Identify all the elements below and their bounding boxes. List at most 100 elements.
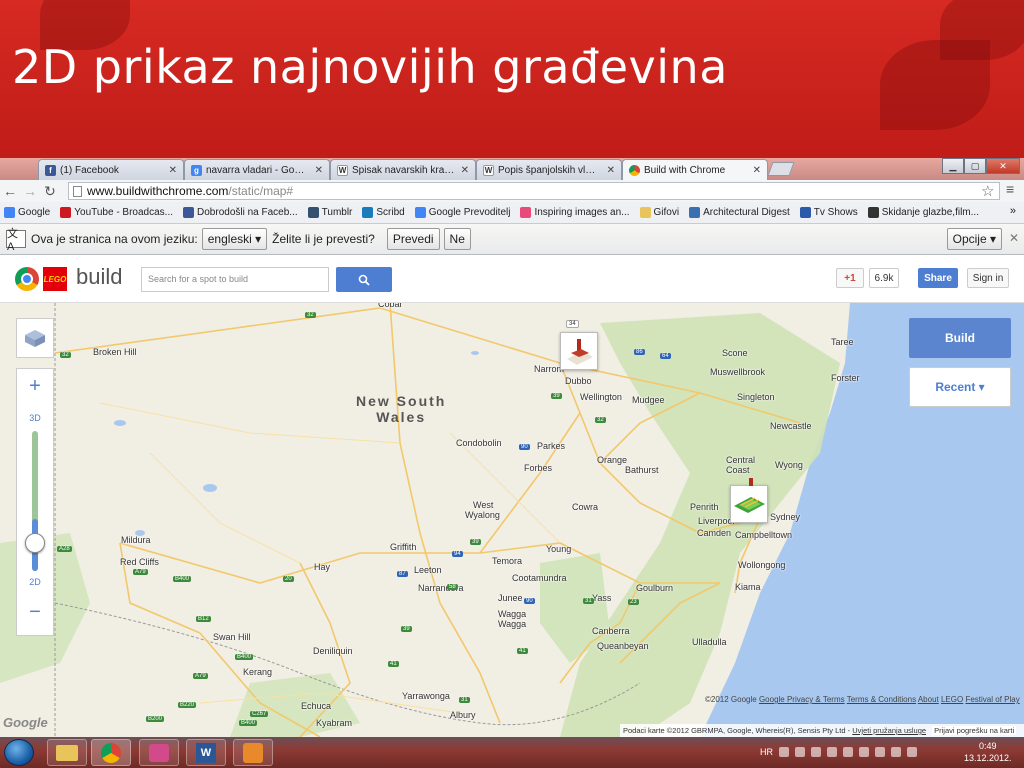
no-button[interactable]: Ne: [443, 228, 471, 250]
map-canvas[interactable]: New South Wales Cobar Broken Hill Narrom Du…: [0, 303, 1024, 737]
place-label: Junee: [498, 593, 523, 603]
language-select[interactable]: engleski ▾: [201, 228, 268, 250]
build-button[interactable]: Build: [909, 318, 1011, 358]
bookmark-item[interactable]: Skidanje glazbe,film...: [867, 207, 979, 218]
terms-link[interactable]: Terms & Conditions: [847, 695, 916, 704]
window-close-button[interactable]: ✕: [986, 158, 1020, 174]
forward-arrow-icon[interactable]: →: [20, 183, 40, 199]
share-button[interactable]: Share: [918, 268, 958, 288]
bookmark-item[interactable]: Scribd: [362, 207, 405, 218]
bookmark-star-icon[interactable]: ☆: [981, 182, 994, 200]
place-label: Condobolin: [456, 438, 502, 448]
flag-icon[interactable]: [891, 747, 901, 757]
bookmark-item[interactable]: Inspiring images an...: [520, 207, 630, 218]
place-label: Central: [726, 455, 756, 465]
lego-link[interactable]: LEGO: [941, 695, 963, 704]
close-icon[interactable]: ✕: [607, 165, 615, 176]
chrome-taskbar-icon[interactable]: [91, 739, 131, 766]
zoom-in-button[interactable]: +: [17, 375, 53, 398]
tray-icon[interactable]: [827, 747, 837, 757]
bookmark-item[interactable]: Google Prevoditelj: [414, 207, 510, 218]
recent-button[interactable]: Recent ▾: [909, 367, 1011, 407]
sign-in-button[interactable]: Sign in: [967, 268, 1009, 288]
app-header: LEGO build Search for a spot to build +1…: [0, 255, 1024, 303]
maximize-button[interactable]: ▢: [964, 158, 986, 174]
translate-infobar: 文A Ova je stranica na ovom jeziku: engle…: [0, 224, 1024, 255]
tray-icon[interactable]: [795, 747, 805, 757]
map-terms-link[interactable]: Uvjeti pružanja usluge: [852, 726, 926, 735]
system-clock[interactable]: 0:49 13.12.2012.: [964, 740, 1012, 764]
explorer-taskbar-icon[interactable]: [47, 739, 87, 766]
zoom-slider-handle[interactable]: [25, 533, 45, 553]
place-label: Taree: [831, 337, 854, 347]
festival-link[interactable]: Festival of Play: [965, 695, 1019, 704]
close-icon[interactable]: ✕: [315, 165, 323, 176]
road-shield: B12: [196, 616, 211, 622]
options-button[interactable]: Opcije ▾: [946, 228, 1002, 250]
road-shield: 39: [551, 393, 562, 399]
tray-icon[interactable]: [811, 747, 821, 757]
bookmarks-overflow-button[interactable]: »: [1010, 205, 1016, 217]
lego-brick-icon: [25, 330, 45, 347]
app-taskbar-icon[interactable]: [139, 739, 179, 766]
bookmark-item[interactable]: Tumblr: [307, 207, 352, 218]
place-label: Canberra: [592, 626, 630, 636]
bookmark-item[interactable]: Gifovi: [639, 207, 679, 218]
bookmark-item[interactable]: Tv Shows: [799, 207, 858, 218]
lake: [471, 351, 479, 355]
place-label: Cootamundra: [512, 573, 567, 583]
bluetooth-icon[interactable]: [843, 747, 853, 757]
start-button[interactable]: [4, 739, 34, 766]
menu-icon[interactable]: ≡: [1006, 181, 1014, 197]
road-shield: 31: [459, 697, 470, 703]
place-label: Wagga: [498, 609, 527, 619]
close-icon[interactable]: ✕: [753, 165, 761, 176]
close-icon[interactable]: ✕: [169, 165, 177, 176]
tv-icon: [799, 207, 811, 218]
tab-google-search[interactable]: g navarra vladari - Google p ✕: [184, 159, 330, 180]
place-label: Queanbeyan: [597, 641, 649, 651]
back-arrow-icon[interactable]: ←: [0, 183, 20, 199]
place-label: Wyong: [775, 460, 803, 470]
network-icon[interactable]: [875, 747, 885, 757]
close-icon[interactable]: ✕: [1009, 231, 1019, 245]
tray-icon[interactable]: [779, 747, 789, 757]
build-marker[interactable]: [560, 332, 598, 370]
place-label: Hay: [314, 562, 331, 572]
place-label: Forster: [831, 373, 860, 383]
zoom-out-button[interactable]: −: [17, 601, 53, 624]
google-watermark: Google: [3, 715, 48, 730]
tab-build-with-chrome[interactable]: Build with Chrome ✕: [622, 159, 768, 180]
about-link[interactable]: About: [918, 695, 939, 704]
language-indicator[interactable]: HR: [760, 747, 773, 757]
tray-icon[interactable]: [859, 747, 869, 757]
bookmark-item[interactable]: Architectural Digest: [689, 207, 790, 218]
translate-button[interactable]: Prevedi: [386, 228, 440, 250]
new-tab-button[interactable]: [767, 162, 795, 176]
build-marker[interactable]: [730, 485, 768, 523]
privacy-link[interactable]: Google Privacy & Terms: [759, 695, 845, 704]
copyright-text: ©2012 Google: [705, 695, 757, 704]
place-label: Bathurst: [625, 465, 659, 475]
address-bar[interactable]: www.buildwithchrome.com/static/map#: [68, 182, 1000, 200]
tab-wikipedia-2[interactable]: W Popis španjolskih vladara ✕: [476, 159, 622, 180]
media-player-taskbar-icon[interactable]: [233, 739, 273, 766]
bookmark-item[interactable]: Google: [4, 207, 50, 218]
reload-icon[interactable]: ↻: [40, 183, 60, 200]
search-button[interactable]: [336, 267, 392, 292]
close-icon[interactable]: ✕: [461, 165, 469, 176]
report-error-link[interactable]: Prijavi pogrešku na karti: [932, 726, 1017, 735]
word-taskbar-icon[interactable]: W: [186, 739, 226, 766]
volume-icon[interactable]: [907, 747, 917, 757]
google-plus-one-button[interactable]: +1: [836, 268, 864, 288]
bookmark-item[interactable]: YouTube - Broadcas...: [60, 207, 173, 218]
tab-wikipedia-1[interactable]: W Spisak navarskih kraljeva - ✕: [330, 159, 476, 180]
place-label: Yarrawonga: [402, 691, 450, 701]
minimize-button[interactable]: ▁: [942, 158, 964, 174]
road-shield: 87: [397, 571, 408, 577]
bookmark-item[interactable]: Dobrodošli na Faceb...: [183, 207, 298, 218]
tab-facebook[interactable]: f (1) Facebook ✕: [38, 159, 184, 180]
search-input[interactable]: Search for a spot to build: [141, 267, 329, 292]
brick-panel[interactable]: [16, 318, 54, 358]
browser-tab-bar: f (1) Facebook ✕ g navarra vladari - Goo…: [0, 158, 1024, 180]
